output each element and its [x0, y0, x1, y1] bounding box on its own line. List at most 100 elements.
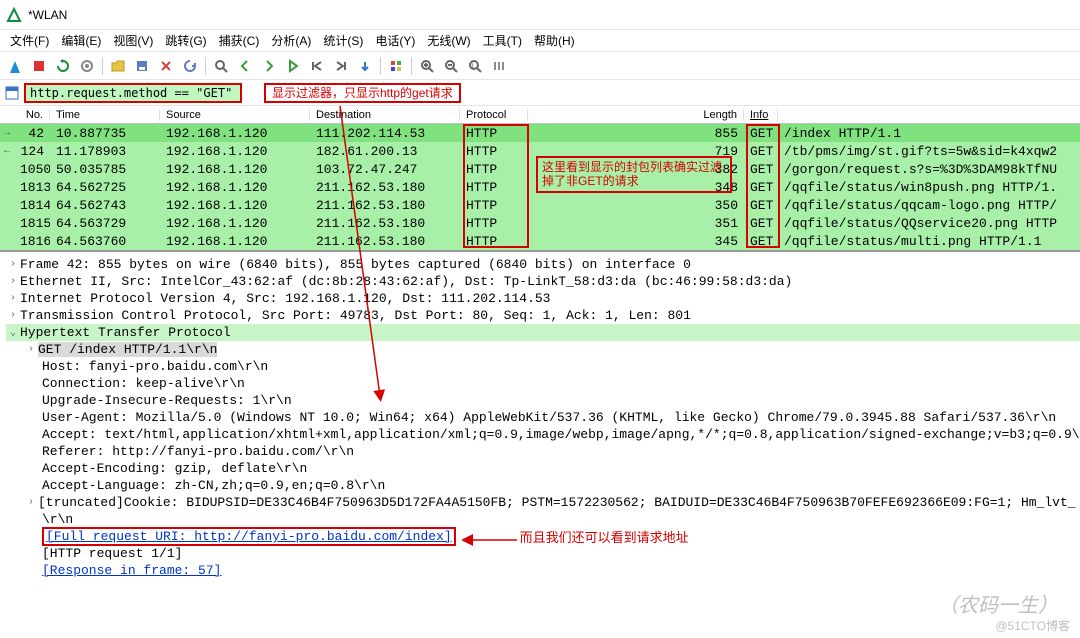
start-capture-icon[interactable]	[4, 55, 26, 77]
col-no[interactable]: No.	[0, 109, 50, 121]
expand-icon[interactable]	[6, 293, 20, 304]
save-file-icon[interactable]	[131, 55, 153, 77]
capture-options-icon[interactable]	[76, 55, 98, 77]
cell-no: 1813	[14, 180, 50, 195]
host-header[interactable]: Host: fanyi-pro.baidu.com\r\n	[42, 359, 268, 374]
table-row[interactable]: 105050.035785192.168.1.120103.72.47.247H…	[0, 160, 1080, 178]
http-line[interactable]: Hypertext Transfer Protocol	[20, 325, 231, 340]
col-source[interactable]: Source	[160, 109, 310, 121]
full-request-uri[interactable]: [Full request URI: http://fanyi-pro.baid…	[46, 529, 452, 544]
cell-length: 351	[528, 216, 744, 231]
cell-no: 124	[14, 144, 50, 159]
marker-icon: ←	[0, 146, 14, 157]
zoom-in-icon[interactable]	[416, 55, 438, 77]
table-row[interactable]: 181464.562743192.168.1.120211.162.53.180…	[0, 196, 1080, 214]
table-row[interactable]: 181564.563729192.168.1.120211.162.53.180…	[0, 214, 1080, 232]
col-time[interactable]: Time	[50, 109, 160, 121]
cell-destination: 182.61.200.13	[310, 144, 460, 159]
go-back-icon[interactable]	[234, 55, 256, 77]
menu-telephony[interactable]: 电话(Y)	[369, 30, 421, 51]
menu-statistics[interactable]: 统计(S)	[317, 30, 369, 51]
menubar: 文件(F) 编辑(E) 视图(V) 跳转(G) 捕获(C) 分析(A) 统计(S…	[0, 30, 1080, 52]
goto-last-icon[interactable]	[330, 55, 352, 77]
connection-header[interactable]: Connection: keep-alive\r\n	[42, 376, 245, 391]
close-file-icon[interactable]	[155, 55, 177, 77]
cell-no: 1816	[14, 234, 50, 249]
accept-language-header[interactable]: Accept-Language: zh-CN,zh;q=0.9,en;q=0.8…	[42, 478, 385, 493]
tcp-line[interactable]: Transmission Control Protocol, Src Port:…	[20, 308, 691, 323]
table-row[interactable]: 181364.562725192.168.1.120211.162.53.180…	[0, 178, 1080, 196]
expand-icon[interactable]	[24, 344, 38, 355]
packet-details[interactable]: Frame 42: 855 bytes on wire (6840 bits),…	[0, 252, 1080, 625]
cell-info: /qqfile/status/multi.png HTTP/1.1	[778, 234, 1080, 249]
frame-line[interactable]: Frame 42: 855 bytes on wire (6840 bits),…	[20, 257, 691, 272]
expand-icon[interactable]	[6, 310, 20, 321]
accept-header[interactable]: Accept: text/html,application/xhtml+xml,…	[42, 427, 1080, 442]
col-destination[interactable]: Destination	[310, 109, 460, 121]
menu-wireless[interactable]: 无线(W)	[421, 30, 476, 51]
cell-protocol: HTTP	[460, 198, 528, 213]
goto-first-icon[interactable]	[306, 55, 328, 77]
annotation-arrow-right	[462, 533, 522, 547]
ethernet-line[interactable]: Ethernet II, Src: IntelCor_43:62:af (dc:…	[20, 274, 792, 289]
go-forward-icon[interactable]	[258, 55, 280, 77]
restart-capture-icon[interactable]	[52, 55, 74, 77]
user-agent-header[interactable]: User-Agent: Mozilla/5.0 (Windows NT 10.0…	[42, 410, 1056, 425]
accept-encoding-header[interactable]: Accept-Encoding: gzip, deflate\r\n	[42, 461, 307, 476]
crlf[interactable]: \r\n	[42, 512, 73, 527]
app-icon	[6, 7, 22, 23]
filter-bookmark-icon[interactable]	[4, 85, 20, 101]
open-file-icon[interactable]	[107, 55, 129, 77]
cell-source: 192.168.1.120	[160, 180, 310, 195]
cell-length: 719	[528, 144, 744, 159]
reload-file-icon[interactable]	[179, 55, 201, 77]
menu-edit[interactable]: 编辑(E)	[55, 30, 107, 51]
table-row[interactable]: →4210.887735192.168.1.120111.202.114.53H…	[0, 124, 1080, 142]
zoom-out-icon[interactable]	[440, 55, 462, 77]
table-row[interactable]: 181664.563760192.168.1.120211.162.53.180…	[0, 232, 1080, 250]
resize-columns-icon[interactable]	[488, 55, 510, 77]
ip-line[interactable]: Internet Protocol Version 4, Src: 192.16…	[20, 291, 551, 306]
response-frame-link[interactable]: [Response in frame: 57]	[42, 563, 221, 578]
col-info[interactable]: Info	[744, 109, 778, 121]
autoscroll-icon[interactable]	[354, 55, 376, 77]
menu-capture[interactable]: 捕获(C)	[213, 30, 266, 51]
cell-no: 42	[14, 126, 50, 141]
filter-bar: 显示过滤器，只显示http的get请求	[0, 80, 1080, 106]
expand-icon[interactable]	[24, 497, 38, 508]
cell-method: GET	[744, 162, 778, 177]
request-line[interactable]: GET /index HTTP/1.1\r\n	[38, 342, 217, 357]
packet-list[interactable]: No. Time Source Destination Protocol Len…	[0, 106, 1080, 252]
cell-protocol: HTTP	[460, 180, 528, 195]
http-request-number[interactable]: [HTTP request 1/1]	[42, 546, 182, 561]
col-protocol[interactable]: Protocol	[460, 109, 528, 121]
stop-capture-icon[interactable]	[28, 55, 50, 77]
packet-list-header: No. Time Source Destination Protocol Len…	[0, 106, 1080, 124]
menu-help[interactable]: 帮助(H)	[528, 30, 581, 51]
cell-protocol: HTTP	[460, 144, 528, 159]
cookie-header[interactable]: [truncated]Cookie: BIDUPSID=DE33C46B4F75…	[38, 495, 1076, 510]
menu-tools[interactable]: 工具(T)	[477, 30, 528, 51]
cell-source: 192.168.1.120	[160, 216, 310, 231]
display-filter-input[interactable]	[24, 83, 242, 103]
menu-go[interactable]: 跳转(G)	[159, 30, 212, 51]
uir-header[interactable]: Upgrade-Insecure-Requests: 1\r\n	[42, 393, 292, 408]
referer-header[interactable]: Referer: http://fanyi-pro.baidu.com/\r\n	[42, 444, 354, 459]
expand-icon[interactable]	[6, 276, 20, 287]
goto-packet-icon[interactable]	[282, 55, 304, 77]
col-length[interactable]: Length	[528, 109, 744, 121]
menu-analyze[interactable]: 分析(A)	[265, 30, 317, 51]
expand-icon[interactable]	[6, 259, 20, 270]
colorize-icon[interactable]	[385, 55, 407, 77]
cell-time: 64.563729	[50, 216, 160, 231]
find-packet-icon[interactable]	[210, 55, 232, 77]
table-row[interactable]: ←12411.178903192.168.1.120182.61.200.13H…	[0, 142, 1080, 160]
cell-info: /tb/pms/img/st.gif?ts=5w&sid=k4xqw2	[778, 144, 1080, 159]
menu-file[interactable]: 文件(F)	[4, 30, 55, 51]
zoom-reset-icon[interactable]: 1	[464, 55, 486, 77]
cell-info: /qqfile/status/win8push.png HTTP/1.	[778, 180, 1080, 195]
cell-destination: 211.162.53.180	[310, 180, 460, 195]
cell-protocol: HTTP	[460, 234, 528, 249]
menu-view[interactable]: 视图(V)	[107, 30, 159, 51]
collapse-icon[interactable]	[6, 327, 20, 339]
